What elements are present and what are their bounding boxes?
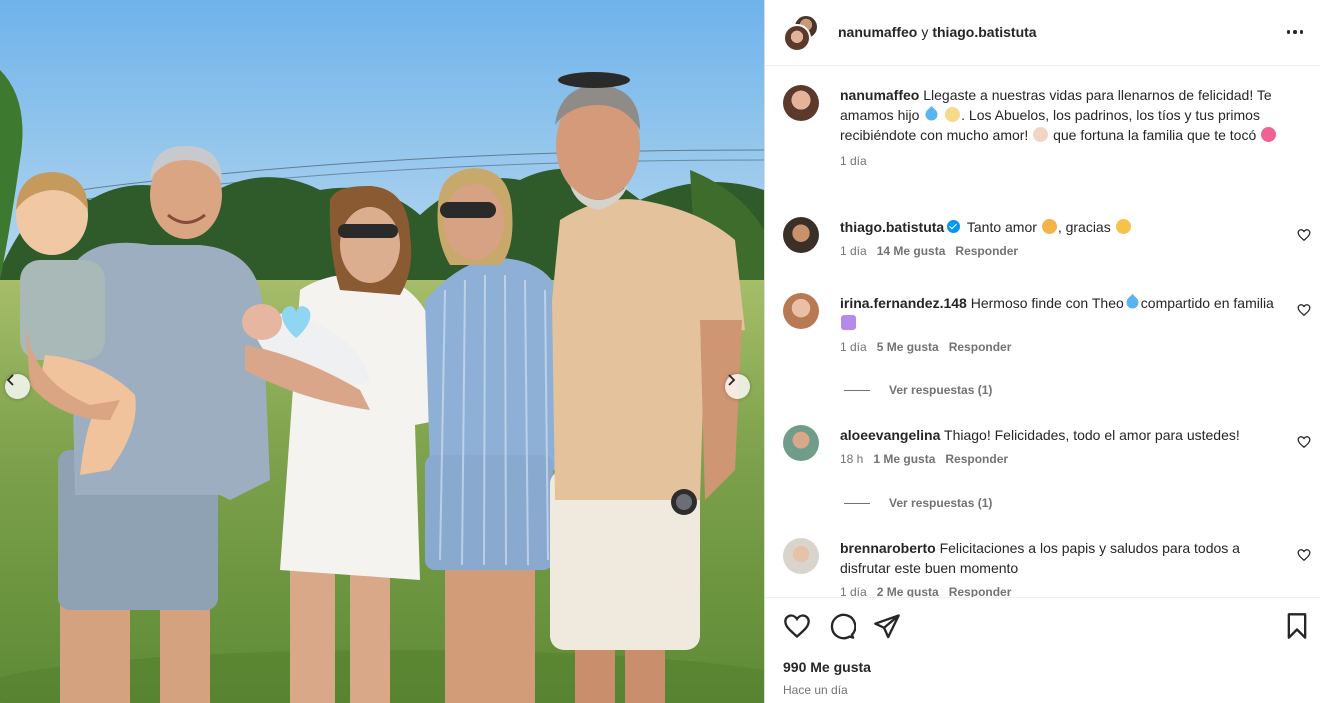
avatar-author[interactable] xyxy=(783,24,811,52)
comment-likes[interactable]: 2 Me gusta xyxy=(877,585,939,597)
chevron-left-icon xyxy=(6,374,14,386)
next-photo-button[interactable] xyxy=(725,374,750,399)
post-photo[interactable] xyxy=(0,0,764,703)
post-side-panel: nanumaffeo y thiago.batistuta nanumaffeo L… xyxy=(764,0,1320,703)
hatching-chick-icon xyxy=(945,107,961,122)
like-comment-heart-icon[interactable] xyxy=(1297,228,1311,242)
comment-time: 1 día xyxy=(840,585,867,597)
share-icon[interactable] xyxy=(873,612,901,640)
reply-button[interactable]: Responder xyxy=(945,452,1008,466)
replies-divider xyxy=(844,389,870,391)
verified-badge-icon xyxy=(947,220,961,233)
reply-button[interactable]: Responder xyxy=(949,340,1012,354)
replies-divider xyxy=(844,502,870,504)
caption-time: 1 día xyxy=(840,154,867,168)
caption-text-part3: que fortuna la familia que te tocó xyxy=(1053,127,1257,143)
previous-photo-button[interactable] xyxy=(5,374,30,399)
heart-eyes-icon xyxy=(1261,127,1277,142)
more-options-button[interactable] xyxy=(1283,22,1307,42)
comment-time: 1 día xyxy=(840,244,867,258)
comment-likes[interactable]: 14 Me gusta xyxy=(877,244,946,258)
avatar[interactable] xyxy=(783,293,819,329)
like-comment-heart-icon[interactable] xyxy=(1297,548,1311,562)
avatar[interactable] xyxy=(783,217,819,253)
bookmark-icon[interactable] xyxy=(1283,612,1311,640)
comment-text: Tanto amor xyxy=(966,219,1037,235)
smiling-hearts-icon xyxy=(1041,219,1057,234)
heart-hands-icon xyxy=(1033,127,1049,142)
comment-text-2: compartido en familia xyxy=(1140,295,1274,311)
comment-text: Thiago! Felicidades, todo el amor para u… xyxy=(944,427,1240,443)
chevron-right-icon xyxy=(728,374,736,386)
comment-username[interactable]: irina.fernandez.148 xyxy=(840,295,967,311)
comments-list[interactable]: nanumaffeo Llegaste a nuestras vidas par… xyxy=(765,67,1320,597)
more-options-icon xyxy=(1286,30,1291,34)
family-photo-illustration xyxy=(0,0,764,703)
avatar[interactable] xyxy=(783,538,819,574)
view-replies-button[interactable]: Ver respuestas (1) xyxy=(844,496,992,510)
comment-likes[interactable]: 5 Me gusta xyxy=(877,340,939,354)
comment-time: 1 día xyxy=(840,340,867,354)
blue-heart-icon xyxy=(923,106,941,123)
likes-count[interactable]: 990 Me gusta xyxy=(783,659,871,675)
view-replies-button[interactable]: Ver respuestas (1) xyxy=(844,383,992,397)
collab-avatars[interactable] xyxy=(783,14,823,54)
comment-text: Hermoso finde con Theo xyxy=(970,295,1124,311)
more-options-icon-dot xyxy=(1293,30,1297,34)
post-timestamp: Hace un día xyxy=(783,683,848,697)
caption-username[interactable]: nanumaffeo xyxy=(840,87,919,103)
heart-icon[interactable] xyxy=(783,612,811,640)
coauthor-username[interactable]: thiago.batistuta xyxy=(932,24,1036,40)
comment-text-2: , gracias xyxy=(1057,219,1111,235)
raising-hands-icon xyxy=(1115,219,1131,234)
reply-button[interactable]: Responder xyxy=(949,585,1012,597)
comment-time: 18 h xyxy=(840,452,864,466)
post-authors: nanumaffeo y thiago.batistuta xyxy=(838,24,1037,40)
blue-heart-icon xyxy=(1123,294,1141,311)
more-options-icon-dot xyxy=(1299,30,1304,34)
like-comment-heart-icon[interactable] xyxy=(1297,303,1311,317)
comment-likes[interactable]: 1 Me gusta xyxy=(873,452,935,466)
purple-heart-square-icon xyxy=(841,315,856,330)
post-header: nanumaffeo y thiago.batistuta xyxy=(765,0,1320,66)
comment-icon[interactable] xyxy=(828,612,856,640)
reply-button[interactable]: Responder xyxy=(955,244,1018,258)
view-replies-label: Ver respuestas (1) xyxy=(889,383,993,397)
view-replies-label: Ver respuestas (1) xyxy=(889,496,993,510)
authors-joiner: y xyxy=(921,24,929,40)
comment-username[interactable]: aloeevangelina xyxy=(840,427,940,443)
post-actions: 990 Me gusta Hace un día xyxy=(765,597,1320,703)
comment-username[interactable]: brennaroberto xyxy=(840,540,936,556)
like-comment-heart-icon[interactable] xyxy=(1297,435,1311,449)
author-username[interactable]: nanumaffeo xyxy=(838,24,917,40)
avatar[interactable] xyxy=(783,425,819,461)
avatar[interactable] xyxy=(783,85,819,121)
comment-username[interactable]: thiago.batistuta xyxy=(840,219,944,235)
